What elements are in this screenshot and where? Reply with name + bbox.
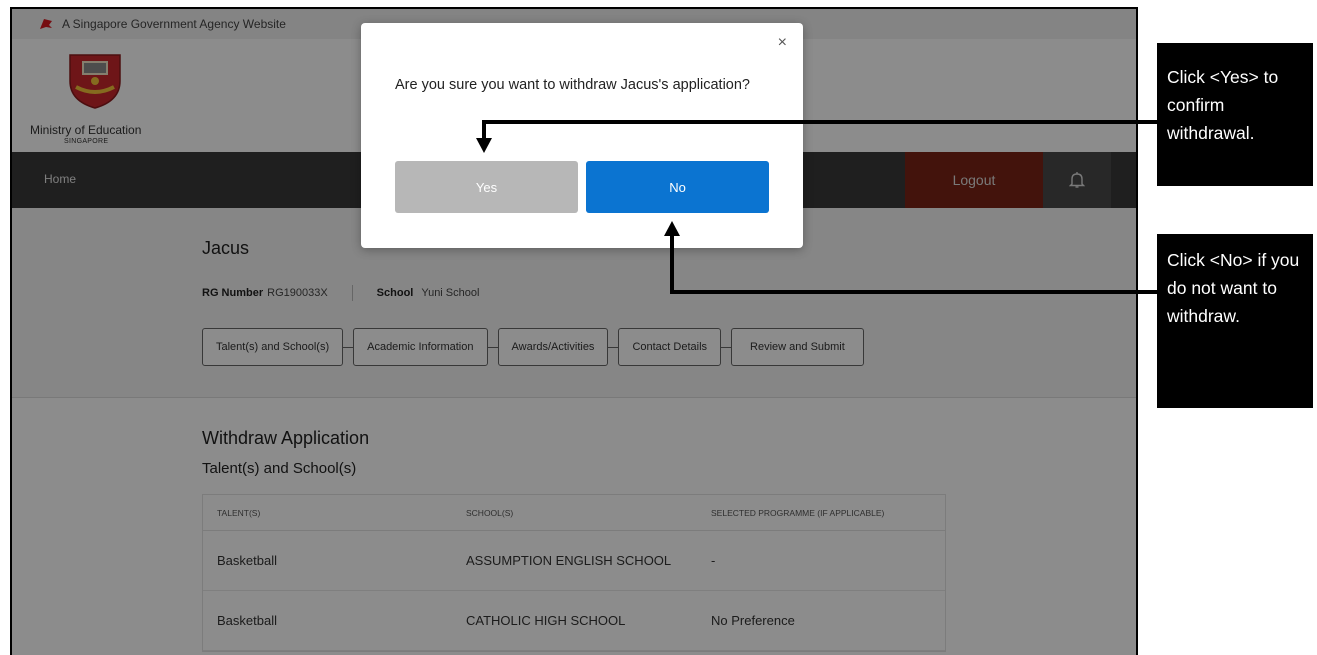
yes-button[interactable]: Yes [395, 161, 578, 213]
callout-no: Click <No> if you do not want to withdra… [1157, 234, 1313, 408]
withdraw-confirm-dialog: × Are you sure you want to withdraw Jacu… [361, 23, 803, 248]
no-button[interactable]: No [586, 161, 769, 213]
dialog-message: Are you sure you want to withdraw Jacus'… [395, 77, 750, 93]
close-icon[interactable]: × [778, 35, 787, 51]
callout-yes: Click <Yes> to confirm withdrawal. [1157, 43, 1313, 186]
screenshot-frame: A Singapore Government Agency Website Mi… [10, 7, 1138, 655]
